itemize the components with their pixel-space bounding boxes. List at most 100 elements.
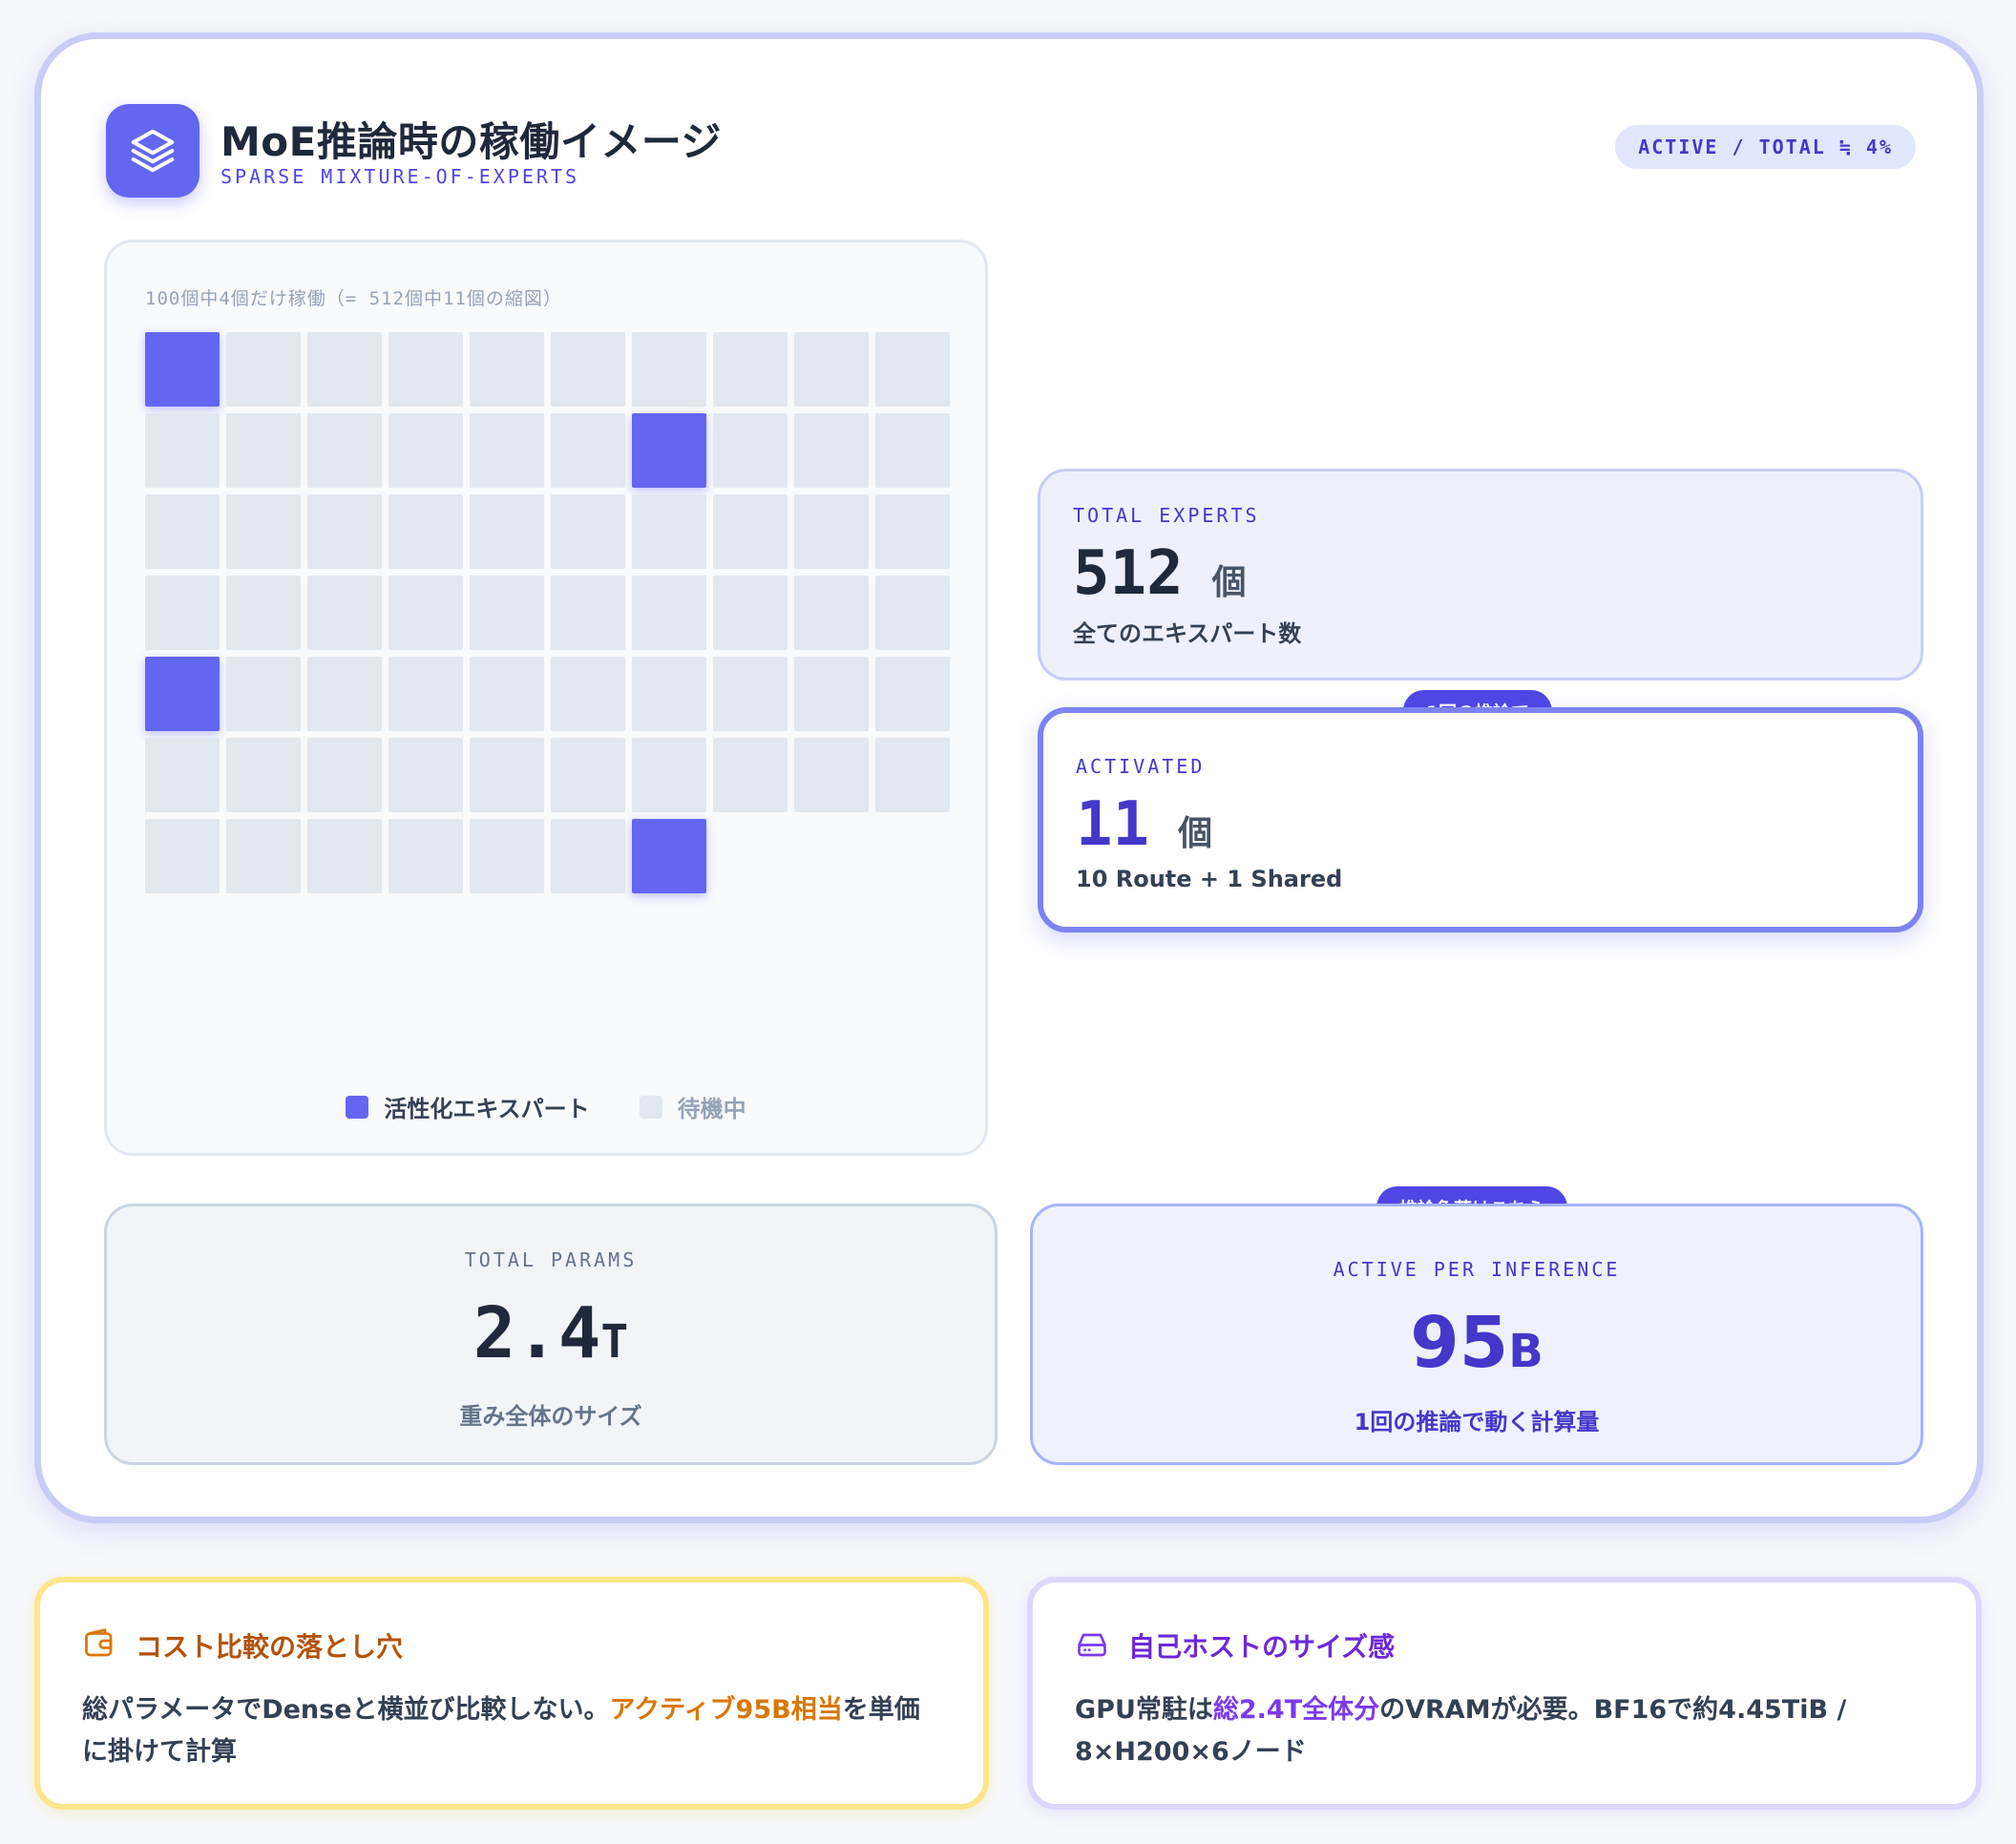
expert-cell-idle (145, 413, 220, 488)
expert-cell-idle (145, 494, 220, 569)
activated-desc: 10 Route + 1 Shared (1076, 866, 1343, 892)
grid-legend: 活性化エキスパート 待機中 (107, 1090, 985, 1123)
expert-cell-idle (713, 332, 788, 407)
legend-item-active: 活性化エキスパート (346, 1090, 590, 1123)
expert-cell-idle (307, 657, 382, 731)
host-note-card: 自己ホストのサイズ感 GPU常駐は総2.4T全体分のVRAMが必要。BF16で約… (1027, 1577, 1982, 1810)
expert-cell-idle (470, 576, 544, 650)
expert-cell-idle (226, 413, 301, 488)
expert-cell-idle (551, 494, 625, 569)
total-params-suffix: T (600, 1315, 629, 1369)
total-experts-label: TOTAL EXPERTS (1073, 504, 1260, 527)
expert-cell-idle (145, 819, 220, 893)
activated-unit: 個 (1178, 814, 1213, 853)
expert-cell-idle (226, 819, 301, 893)
host-note-highlight: 総2.4T全体分 (1212, 1695, 1380, 1725)
expert-cell-idle (551, 332, 625, 407)
wallet-icon (85, 1628, 113, 1657)
expert-cell-idle (713, 576, 788, 650)
ratio-badge: ACTIVE / TOTAL ≒ 4% (1615, 125, 1916, 169)
expert-cell-idle (551, 738, 625, 812)
expert-cell-idle (307, 494, 382, 569)
host-note-body: GPU常駐は総2.4T全体分のVRAMが必要。BF16で約4.45TiB / 8… (1075, 1689, 1938, 1773)
expert-cell-idle (551, 819, 625, 893)
expert-cell-idle (388, 738, 463, 812)
expert-cell-idle (794, 657, 869, 731)
expert-cell-idle (307, 413, 382, 488)
legend-swatch-active (346, 1095, 369, 1119)
expert-grid-panel: 100個中4個だけ稼働（= 512個中11個の縮図） 活性化エキスパート 待機中 (104, 240, 988, 1156)
expert-cell-active (145, 332, 220, 407)
expert-cell-idle (632, 657, 706, 731)
expert-cell-idle (551, 576, 625, 650)
total-experts-value: 512 個 (1073, 538, 1247, 609)
legend-label-idle: 待機中 (677, 1096, 746, 1122)
expert-cell-idle (470, 494, 544, 569)
expert-cell-idle (307, 738, 382, 812)
expert-cell-active (632, 819, 706, 893)
expert-cell-idle (307, 332, 382, 407)
activated-number: 11 (1076, 789, 1150, 860)
active-per-inference-number: 95 (1410, 1302, 1509, 1384)
expert-cell-idle (226, 576, 301, 650)
expert-cell-idle (713, 657, 788, 731)
expert-cell-idle (632, 576, 706, 650)
expert-cell-idle (632, 738, 706, 812)
layers-icon (106, 104, 200, 198)
host-note-title: 自己ホストのサイズ感 (1128, 1631, 1396, 1663)
total-params-desc: 重み全体のサイズ (459, 1403, 642, 1430)
expert-cell-idle (794, 738, 869, 812)
moe-overview-card: MoE推論時の稼働イメージ SPARSE MIXTURE-OF-EXPERTS … (34, 32, 1984, 1523)
cost-note-body: 総パラメータでDenseと横並び比較しない。アクティブ95B相当を単価に掛けて計… (82, 1689, 945, 1773)
expert-cell-idle (875, 413, 950, 488)
legend-item-idle: 待機中 (639, 1090, 746, 1123)
host-note-text-1: GPU常駐は (1075, 1695, 1213, 1725)
expert-cell-active (632, 413, 706, 488)
active-per-inference-suffix: B (1508, 1325, 1544, 1378)
expert-cell-idle (388, 819, 463, 893)
total-params-number: 2.4 (472, 1292, 601, 1374)
expert-cell-idle (875, 332, 950, 407)
expert-cell-idle (388, 657, 463, 731)
expert-cell-idle (713, 494, 788, 569)
expert-cell-idle (713, 413, 788, 488)
expert-cell-idle (470, 738, 544, 812)
total-experts-desc: 全てのエキスパート数 (1073, 620, 1302, 647)
expert-cell-idle (388, 413, 463, 488)
total-experts-unit: 個 (1211, 563, 1247, 602)
expert-cell-idle (470, 332, 544, 407)
expert-cell-idle (226, 657, 301, 731)
activated-label: ACTIVATED (1076, 755, 1206, 778)
expert-cell-idle (632, 494, 706, 569)
expert-cell-idle (551, 657, 625, 731)
expert-cell-idle (470, 657, 544, 731)
expert-cell-idle (226, 332, 301, 407)
expert-cell-idle (632, 332, 706, 407)
expert-cell-idle (713, 738, 788, 812)
total-experts-number: 512 (1073, 538, 1184, 609)
page-title: MoE推論時の稼働イメージ (220, 118, 723, 165)
expert-cell-idle (875, 738, 950, 812)
legend-swatch-idle (639, 1095, 662, 1119)
cost-note-title: コスト比較の落とし穴 (136, 1631, 404, 1663)
expert-cell-idle (388, 332, 463, 407)
active-per-inference-label: ACTIVE PER INFERENCE (1333, 1258, 1621, 1281)
expert-cell-idle (388, 576, 463, 650)
cost-note-highlight: アクティブ95B相当 (609, 1695, 843, 1725)
activated-value: 11 個 (1076, 789, 1212, 860)
total-params-label: TOTAL PARAMS (464, 1248, 638, 1271)
grid-caption: 100個中4個だけ稼働（= 512個中11個の縮図） (145, 288, 562, 309)
expert-cell-idle (794, 332, 869, 407)
expert-cell-active (145, 657, 220, 731)
expert-cell-idle (307, 576, 382, 650)
expert-cell-idle (388, 494, 463, 569)
active-per-inference-card: ACTIVE PER INFERENCE 95B 1回の推論で動く計算量 (1030, 1204, 1923, 1465)
expert-cell-idle (307, 819, 382, 893)
page-subtitle: SPARSE MIXTURE-OF-EXPERTS (220, 165, 580, 188)
expert-cell-idle (551, 413, 625, 488)
expert-cell-idle (875, 576, 950, 650)
expert-cell-idle (470, 413, 544, 488)
total-params-value: 2.4T (107, 1292, 995, 1374)
total-experts-card: TOTAL EXPERTS 512 個 全てのエキスパート数 (1038, 469, 1923, 681)
expert-cell-idle (794, 413, 869, 488)
